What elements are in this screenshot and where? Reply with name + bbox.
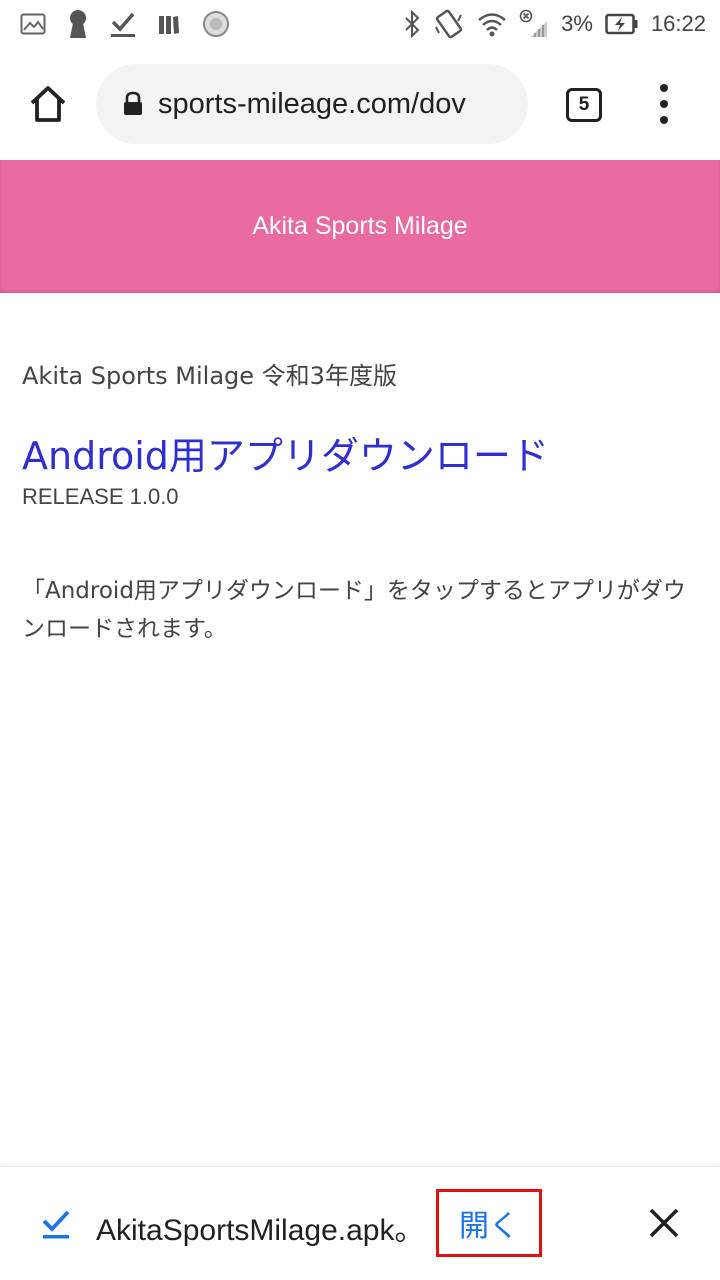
bluetooth-icon: [403, 10, 421, 38]
open-file-button[interactable]: 開く: [436, 1189, 542, 1257]
signal-off-icon: [519, 9, 549, 39]
home-icon: [30, 86, 66, 122]
site-header: Akita Sports Milage: [0, 160, 720, 293]
release-version: RELEASE 1.0.0: [22, 484, 179, 509]
sync-circle-icon: [202, 10, 230, 38]
tab-switcher-button[interactable]: 5: [566, 88, 602, 122]
site-title: Akita Sports Milage: [252, 212, 468, 240]
battery-charging-icon: [605, 13, 639, 35]
menu-dot: [660, 84, 668, 92]
books-icon: [158, 13, 180, 35]
close-icon[interactable]: [646, 1205, 682, 1241]
download-done-icon: [110, 10, 136, 38]
browser-toolbar: sports-mileage.com/dov 5: [0, 48, 720, 160]
download-complete-bar: AkitaSportsMilage.apk。 開く: [0, 1166, 720, 1280]
status-right-icons: 3% 16:22: [403, 9, 706, 39]
lock-icon: [124, 91, 142, 115]
page-content: Akita Sports Milage 令和3年度版 Android用アプリダウ…: [22, 356, 698, 648]
download-instructions: 「Android用アプリダウンロード」をタップするとアプリがダウンロードされます…: [22, 578, 686, 642]
clock: 16:22: [650, 11, 706, 36]
vibrate-icon: [433, 9, 465, 39]
status-left-icons: [20, 9, 403, 39]
status-bar: 3% 16:22: [0, 0, 720, 48]
page-subtitle: Akita Sports Milage 令和3年度版: [22, 362, 397, 390]
home-button[interactable]: [24, 82, 72, 126]
menu-dot: [660, 100, 668, 108]
keyhole-icon: [68, 9, 88, 39]
downloaded-filename: AkitaSportsMilage.apk。: [96, 1214, 425, 1247]
url-text: sports-mileage.com/dov: [158, 87, 466, 120]
menu-dot: [660, 116, 668, 124]
wifi-icon: [477, 11, 507, 37]
more-menu-button[interactable]: [650, 84, 678, 124]
battery-percent: 3%: [561, 11, 593, 36]
image-icon: [20, 13, 46, 35]
download-done-icon: [42, 1210, 70, 1239]
address-bar[interactable]: sports-mileage.com/dov: [96, 64, 528, 144]
android-download-link[interactable]: Android用アプリダウンロード: [22, 430, 698, 482]
